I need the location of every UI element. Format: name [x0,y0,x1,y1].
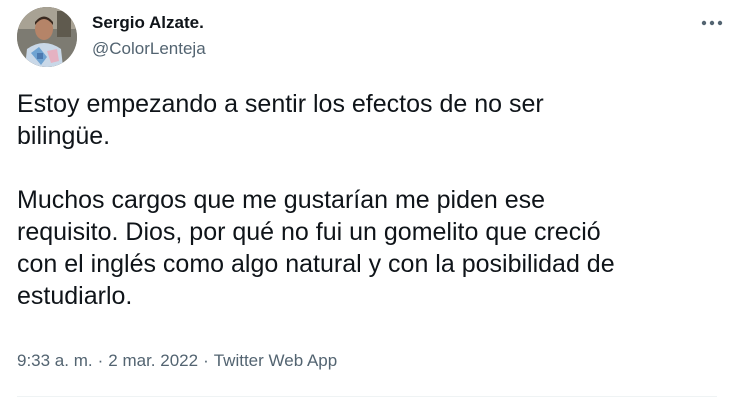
meta-separator: · [203,351,209,370]
avatar[interactable] [17,7,77,67]
tweet-date: 2 mar. 2022 [108,351,199,370]
avatar-photo [17,7,77,67]
tweet-time: 9:33 a. m. [17,351,93,370]
tweet-timestamp[interactable]: 9:33 a. m. · 2 mar. 2022 [17,351,198,370]
more-options-icon[interactable] [697,10,727,36]
tweet-card: Sergio Alzate. @ColorLenteja Estoy empez… [0,0,733,400]
tweet-paragraph: Muchos cargos que me gustarían me piden … [17,186,615,310]
tweet-text: Estoy empezando a sentir los efectos de … [17,88,717,312]
divider [17,396,717,397]
tweet-source-link[interactable]: Twitter Web App [214,351,337,370]
meta-separator: · [97,351,104,370]
author-name[interactable]: Sergio Alzate. [92,13,204,33]
tweet-paragraph: Estoy empezando a sentir los efectos de … [17,90,544,150]
tweet-metadata: 9:33 a. m. · 2 mar. 2022 · Twitter Web App [17,351,337,371]
author-handle[interactable]: @ColorLenteja [92,39,206,59]
